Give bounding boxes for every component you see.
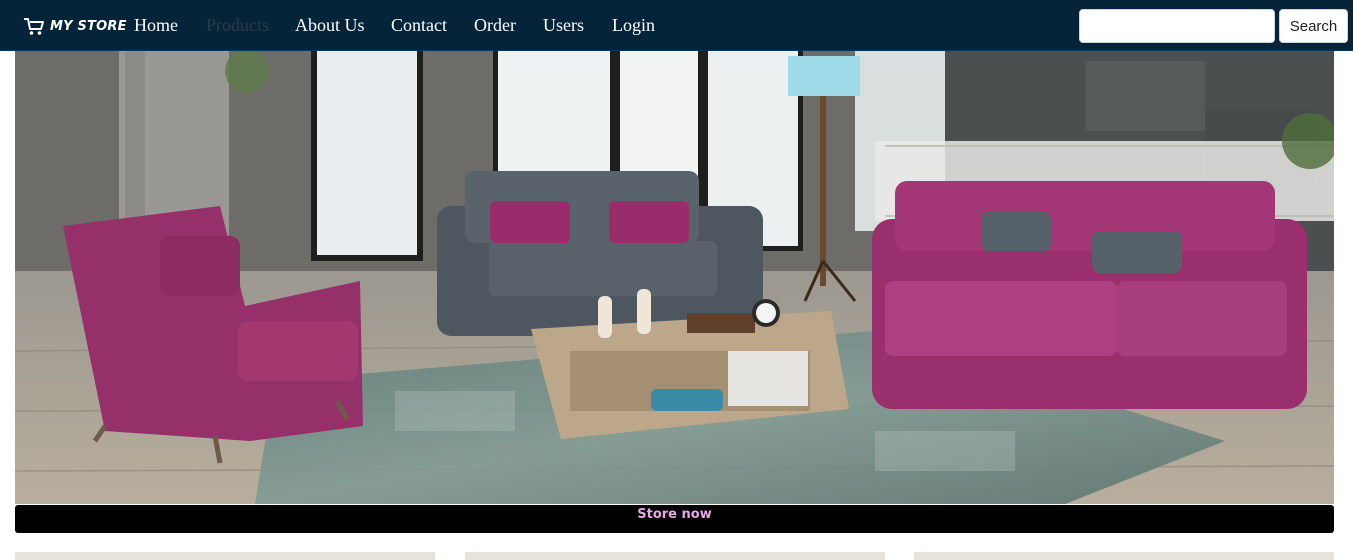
search-button[interactable]: Search (1279, 9, 1348, 43)
nav-order[interactable]: Order (474, 14, 516, 36)
navbar: MY STORE Home Products About Us Contact … (0, 0, 1353, 51)
hero-living-room-image (15, 51, 1334, 504)
product-card-3[interactable] (914, 552, 1334, 560)
hero-banner (15, 51, 1334, 504)
product-card-2[interactable] (465, 552, 885, 560)
brand-logo[interactable]: MY STORE (22, 14, 127, 38)
nav-home[interactable]: Home (134, 14, 178, 36)
product-card-1[interactable] (15, 552, 435, 560)
search-input[interactable] (1079, 9, 1275, 43)
nav-about-us[interactable]: About Us (295, 14, 365, 36)
store-now-label: Store now (637, 507, 712, 522)
nav-contact[interactable]: Contact (391, 14, 447, 36)
store-now-button[interactable]: Store now (15, 505, 1334, 533)
brand-name: MY STORE (50, 18, 127, 34)
nav-users[interactable]: Users (543, 14, 584, 36)
nav-products[interactable]: Products (206, 14, 269, 36)
cart-icon (24, 18, 44, 35)
nav-login[interactable]: Login (612, 14, 655, 36)
